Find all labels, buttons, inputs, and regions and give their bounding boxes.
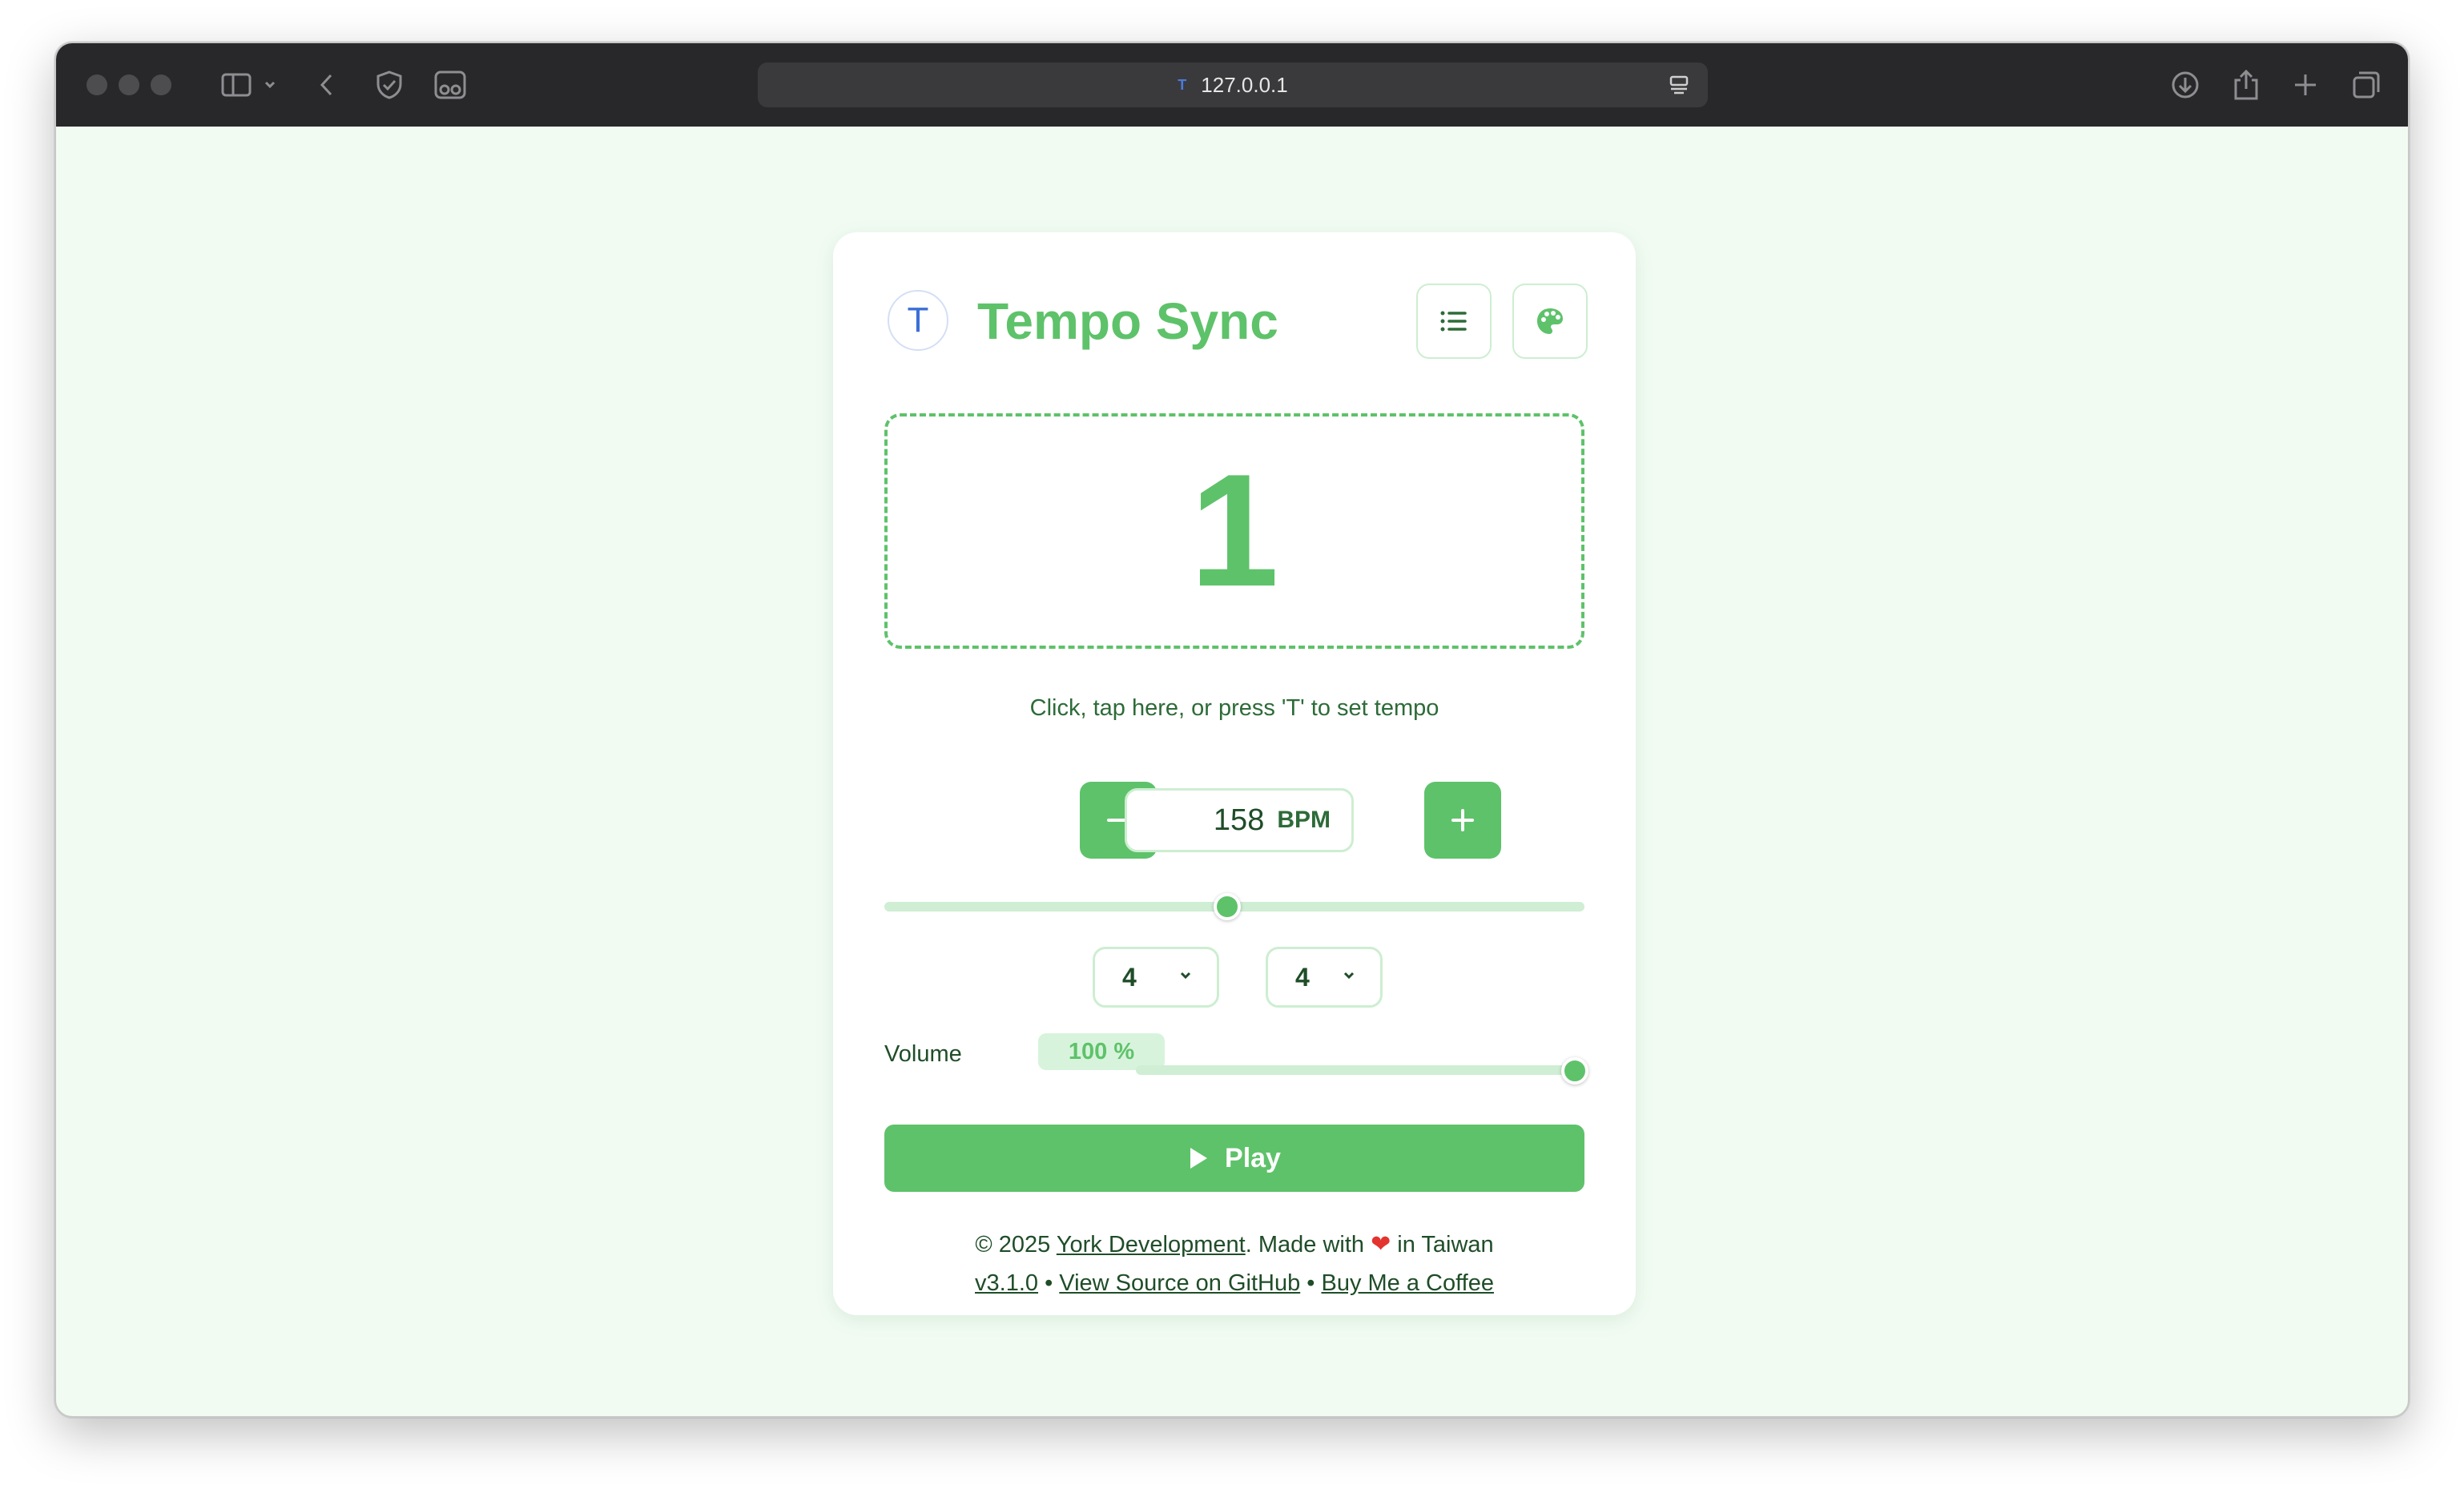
footer-separator: • xyxy=(1300,1270,1322,1296)
chevron-down-icon xyxy=(1343,972,1355,980)
back-arrow-icon[interactable] xyxy=(309,67,344,103)
footer-separator: • xyxy=(1038,1270,1060,1296)
github-link[interactable]: View Source on GitHub xyxy=(1059,1270,1300,1296)
play-icon xyxy=(1190,1148,1208,1169)
site-favicon-icon: T xyxy=(1178,76,1187,93)
volume-label: Volume xyxy=(884,1041,962,1067)
downloads-icon[interactable] xyxy=(2168,67,2203,103)
coffee-link[interactable]: Buy Me a Coffee xyxy=(1321,1270,1493,1296)
beats-per-bar-value: 4 xyxy=(1122,962,1137,992)
page-menu-icon[interactable] xyxy=(1668,74,1690,102)
plus-icon xyxy=(1451,809,1474,831)
list-icon xyxy=(1440,311,1467,332)
tab-overview-icon[interactable] xyxy=(2349,67,2384,103)
reading-list-icon[interactable] xyxy=(433,67,468,103)
volume-slider-thumb[interactable] xyxy=(1561,1057,1588,1085)
play-button[interactable]: Play xyxy=(884,1125,1584,1192)
footer-links: v3.1.0 • View Source on GitHub • Buy Me … xyxy=(833,1270,1636,1297)
made-with-text: . Made with xyxy=(1245,1232,1371,1258)
theme-button[interactable] xyxy=(1512,284,1588,359)
tempo-slider-thumb[interactable] xyxy=(1214,893,1242,920)
location-text: in Taiwan xyxy=(1391,1232,1494,1258)
bpm-input[interactable]: 158 BPM xyxy=(1125,788,1354,852)
close-window-button[interactable] xyxy=(87,74,107,95)
volume-slider-track[interactable] xyxy=(1136,1065,1581,1075)
heart-icon: ❤ xyxy=(1371,1231,1391,1258)
version-link[interactable]: v3.1.0 xyxy=(975,1270,1038,1296)
play-label: Play xyxy=(1225,1142,1281,1173)
sidebar-toggle-icon[interactable] xyxy=(213,67,261,103)
increase-bpm-button[interactable] xyxy=(1424,782,1501,859)
beats-per-bar-select[interactable]: 4 xyxy=(1093,947,1219,1008)
address-bar[interactable]: T 127.0.0.1 xyxy=(758,62,1708,107)
browser-toolbar: T 127.0.0.1 xyxy=(56,43,2408,127)
palette-icon xyxy=(1537,308,1563,334)
beat-counter: 1 xyxy=(1190,441,1279,620)
shield-icon[interactable] xyxy=(372,67,407,103)
app-logo: T xyxy=(888,290,948,351)
chevron-down-icon xyxy=(1180,972,1191,980)
metronome-card: T Tempo Sync 1 Click, tap here, or press… xyxy=(833,232,1636,1315)
bpm-unit-label: BPM xyxy=(1277,807,1331,833)
browser-window: T 127.0.0.1 T Tempo Sync 1 Click, tap he… xyxy=(54,42,2410,1418)
url-text: 127.0.0.1 xyxy=(1201,72,1288,97)
copyright-text: © 2025 xyxy=(975,1232,1057,1258)
chevron-down-icon[interactable] xyxy=(258,67,282,103)
share-icon[interactable] xyxy=(2228,67,2264,103)
minimize-window-button[interactable] xyxy=(119,74,139,95)
company-link[interactable]: York Development xyxy=(1057,1232,1246,1258)
note-value-select[interactable]: 4 xyxy=(1266,947,1383,1008)
tap-tempo-area[interactable]: 1 xyxy=(884,413,1584,649)
footer-credits: © 2025 York Development. Made with ❤ in … xyxy=(833,1230,1636,1258)
app-title: Tempo Sync xyxy=(977,292,1278,350)
zoom-window-button[interactable] xyxy=(151,74,171,95)
bpm-value: 158 xyxy=(1213,803,1265,837)
note-value-value: 4 xyxy=(1295,962,1310,992)
tap-hint-text: Click, tap here, or press 'T' to set tem… xyxy=(1029,695,1439,721)
list-button[interactable] xyxy=(1416,284,1492,359)
new-tab-icon[interactable] xyxy=(2288,67,2323,103)
